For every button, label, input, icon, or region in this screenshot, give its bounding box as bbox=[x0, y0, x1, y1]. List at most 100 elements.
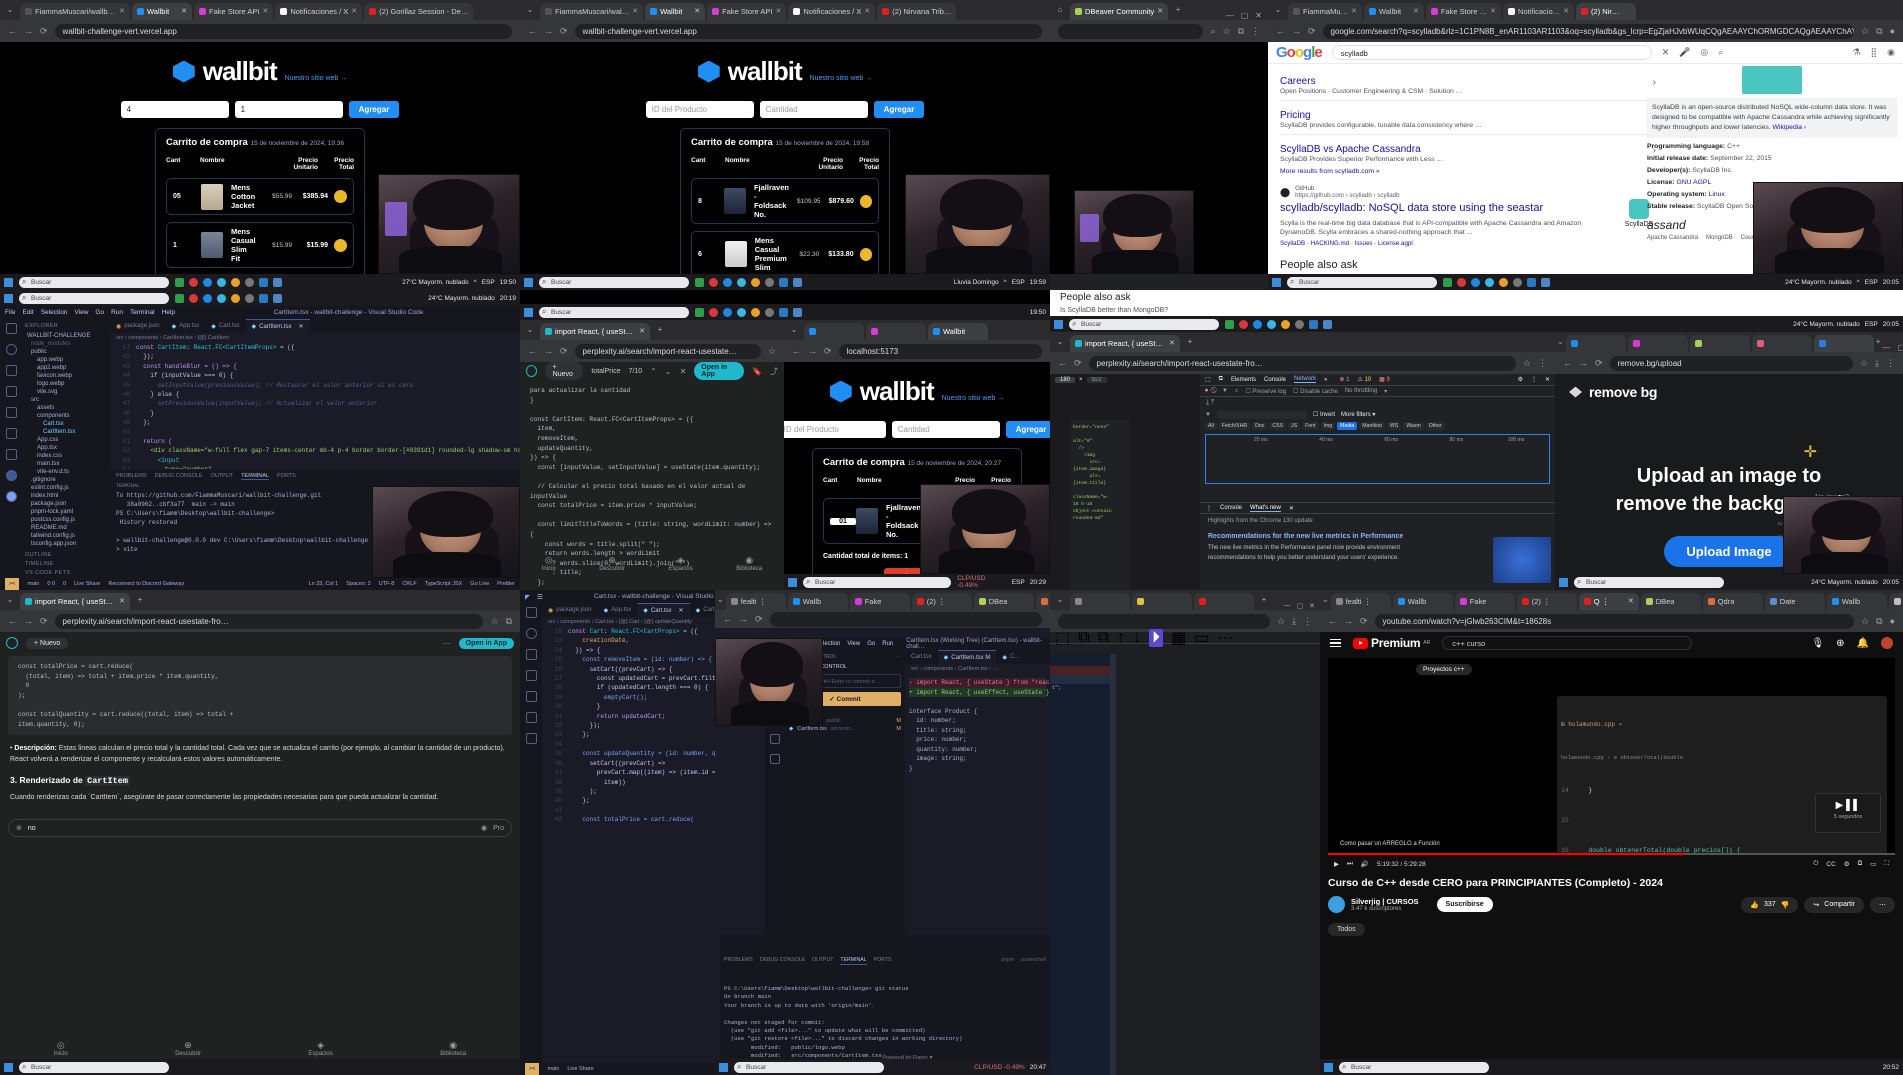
browser-tab-active[interactable]: DBeaver Community ✕ bbox=[1070, 3, 1169, 20]
search-icon[interactable] bbox=[525, 628, 537, 639]
close-icon[interactable]: ✕ bbox=[1169, 335, 1175, 352]
chevron-up-icon[interactable]: ^ bbox=[1857, 279, 1860, 286]
more-filters-select[interactable]: More filters ▾ bbox=[1341, 411, 1375, 418]
tree-item[interactable]: package.json bbox=[25, 500, 107, 508]
browser-tab[interactable]: DBea bbox=[1640, 593, 1701, 610]
youtube-search-input[interactable]: c++ curso bbox=[1442, 636, 1693, 650]
microphone-icon[interactable]: 🎙 bbox=[1811, 638, 1824, 649]
start-icon[interactable] bbox=[524, 277, 533, 287]
menu-file[interactable]: File bbox=[5, 309, 15, 316]
start-icon[interactable] bbox=[4, 1062, 13, 1072]
fullscreen-button[interactable]: ⛶ bbox=[1884, 860, 1889, 868]
quantity-input[interactable] bbox=[234, 101, 343, 118]
tab-terminal[interactable]: TERMINAL bbox=[241, 473, 269, 481]
pill-font[interactable]: Font bbox=[1302, 422, 1319, 430]
edge-icon[interactable] bbox=[723, 307, 732, 317]
tree-item[interactable]: main.tsx bbox=[25, 460, 107, 468]
new-tab-icon[interactable]: + bbox=[652, 320, 668, 340]
editor-tab[interactable]: ◉ package.json bbox=[110, 319, 166, 333]
more-actions-button[interactable]: ⋯ bbox=[1870, 896, 1895, 913]
tree-item[interactable]: src bbox=[25, 396, 107, 404]
pets-section[interactable]: VS CODE PETS bbox=[25, 570, 107, 578]
bookmark-icon[interactable]: ☆ bbox=[490, 616, 498, 627]
miniplayer-button[interactable]: ⧉ bbox=[1858, 860, 1863, 868]
tab-list-icon[interactable]: ⌄ bbox=[786, 320, 802, 340]
tree-item[interactable]: App.tsx bbox=[25, 444, 107, 452]
edge-icon[interactable] bbox=[1253, 319, 1262, 329]
tree-item[interactable]: eslint.config.js bbox=[25, 484, 107, 492]
taskbar-search[interactable]: Buscar bbox=[539, 306, 689, 318]
menu-terminal[interactable]: Terminal bbox=[130, 309, 155, 316]
close-icon[interactable]: ✕ bbox=[119, 593, 125, 610]
store-icon[interactable] bbox=[1541, 277, 1550, 287]
browser-tab-active[interactable]: import React, { useState } from …✕ bbox=[540, 323, 650, 340]
status-language[interactable]: TypeScript JSX bbox=[425, 581, 463, 587]
changed-file[interactable]: ◆ CartItem.tsx src/com… M bbox=[789, 725, 901, 733]
close-icon[interactable]: ✕ bbox=[1289, 505, 1294, 512]
download-icon[interactable]: ⤓ bbox=[1875, 358, 1879, 369]
tab-ports[interactable]: PORTS bbox=[277, 473, 296, 480]
close-icon[interactable]: ✕ bbox=[1628, 593, 1634, 610]
tab-list-icon[interactable]: ⌄ bbox=[1270, 0, 1286, 20]
browser-tab-active[interactable]: import React, { useState } from …✕ bbox=[20, 593, 130, 610]
reload-icon[interactable]: ⟳ bbox=[1595, 358, 1603, 369]
inspect-icon[interactable]: ⬚ bbox=[1055, 628, 1070, 648]
tree-item[interactable]: .gitignore bbox=[25, 476, 107, 484]
menu-view[interactable]: View bbox=[847, 641, 860, 647]
result-title[interactable]: Careers bbox=[1280, 76, 1653, 87]
browser-tab[interactable] bbox=[1565, 335, 1626, 352]
url-input[interactable]: localhost:5173 bbox=[838, 343, 1042, 359]
editor-tab[interactable]: ◉ package.json bbox=[542, 603, 598, 617]
tree-item[interactable]: logo.webp bbox=[25, 380, 107, 388]
browser-tab[interactable]: FiammaMuscari/wallbit-ch…✕ bbox=[20, 3, 130, 20]
close-icon[interactable]: ✕ bbox=[1563, 3, 1569, 20]
microphone-icon[interactable]: 🎤 bbox=[1679, 47, 1690, 58]
vscode-icon[interactable] bbox=[779, 307, 788, 317]
close-icon[interactable]: ✕ bbox=[262, 3, 268, 20]
browser-tab[interactable]: Wallb bbox=[1826, 593, 1887, 610]
taskbar-search[interactable]: Buscar bbox=[19, 276, 169, 288]
tree-item[interactable]: CartItem.tsx bbox=[25, 428, 107, 436]
start-icon[interactable] bbox=[4, 277, 13, 287]
chrome-icon[interactable] bbox=[737, 277, 746, 287]
pill-img[interactable]: Img bbox=[1320, 422, 1336, 430]
device-toggle-icon[interactable]: ⧉ bbox=[1078, 629, 1089, 647]
close-icon[interactable]: ✕ bbox=[181, 3, 187, 20]
start-icon[interactable] bbox=[524, 307, 533, 317]
close-icon[interactable]: ✕ bbox=[639, 323, 645, 340]
explorer-icon[interactable] bbox=[5, 323, 17, 334]
record-icon[interactable]: ⏺ bbox=[1205, 388, 1208, 395]
tree-item[interactable]: node_modules bbox=[25, 340, 107, 348]
chevron-up-icon[interactable]: ^ bbox=[1004, 279, 1007, 286]
opera-icon[interactable] bbox=[189, 293, 198, 303]
settings-icon[interactable] bbox=[1295, 319, 1304, 329]
brave-icon[interactable] bbox=[751, 277, 760, 287]
tab-list-icon[interactable]: ⌄ bbox=[1557, 332, 1564, 352]
close-icon[interactable]: ✕ bbox=[694, 3, 700, 20]
menu-icon[interactable]: ⋮ bbox=[1303, 616, 1312, 627]
clear-icon[interactable]: ✕ bbox=[1662, 47, 1670, 58]
browser-tab-active[interactable]: Q ⋮ ✕ bbox=[1578, 593, 1639, 610]
edge-icon[interactable] bbox=[723, 277, 732, 287]
nav-biblioteca[interactable]: ◉ Biblioteca bbox=[440, 1040, 466, 1057]
more-icon[interactable]: ⋯ bbox=[896, 654, 901, 660]
wikipedia-link[interactable]: Wikipedia › bbox=[1773, 124, 1807, 131]
settings-icon[interactable] bbox=[245, 277, 254, 287]
minimap[interactable] bbox=[1110, 654, 1116, 1075]
compare-item[interactable]: Apache Cassandra bbox=[1647, 235, 1698, 241]
start-icon[interactable] bbox=[1272, 277, 1281, 287]
tab-list-icon[interactable]: ⌄ bbox=[717, 590, 724, 610]
pill-media[interactable]: Media bbox=[1337, 422, 1358, 430]
pill-other[interactable]: Other bbox=[1425, 422, 1445, 430]
step-icon[interactable]: ⏵ bbox=[1149, 628, 1164, 647]
edge-icon[interactable] bbox=[1471, 277, 1480, 287]
network-timeline[interactable]: 20 ms 40 ms 60 ms 80 ms 100 ms bbox=[1205, 434, 1550, 484]
opera-icon[interactable] bbox=[709, 277, 718, 287]
search-icon[interactable] bbox=[5, 344, 17, 355]
back-icon[interactable]: ← bbox=[1058, 358, 1067, 368]
reload-icon[interactable]: ⟳ bbox=[755, 614, 763, 625]
new-tab-icon[interactable]: + bbox=[132, 590, 148, 610]
taskbar-search[interactable]: Buscar bbox=[539, 276, 689, 288]
reload-icon[interactable]: ⟳ bbox=[1360, 616, 1368, 627]
minimize-icon[interactable]: — bbox=[1226, 11, 1234, 20]
